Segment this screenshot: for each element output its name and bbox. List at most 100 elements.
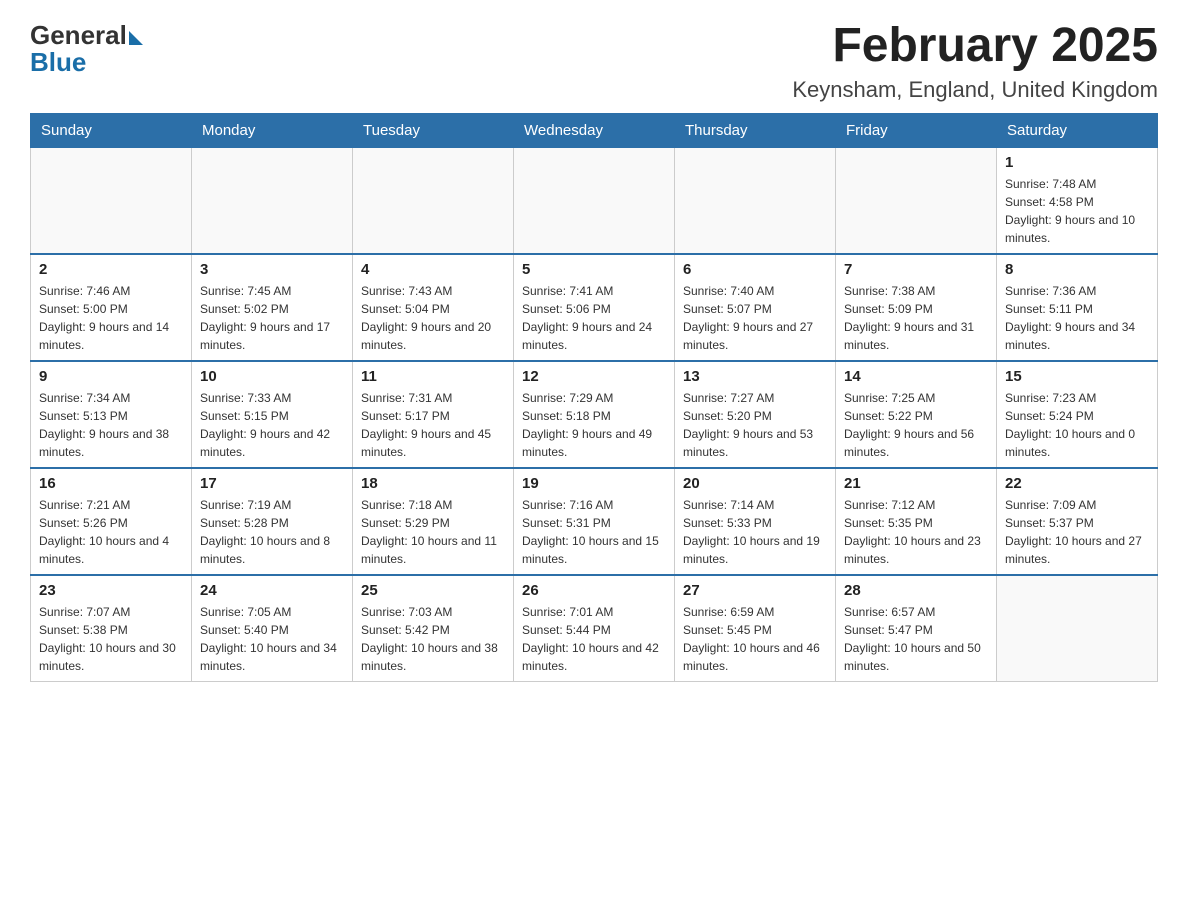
- calendar-day-cell: 9 Sunrise: 7:34 AMSunset: 5:13 PMDaylight…: [31, 361, 192, 468]
- day-info: Sunrise: 7:34 AMSunset: 5:13 PMDaylight:…: [39, 389, 183, 461]
- day-number: 12: [522, 368, 666, 385]
- day-info: Sunrise: 7:41 AMSunset: 5:06 PMDaylight:…: [522, 282, 666, 354]
- day-number: 1: [1005, 154, 1149, 171]
- day-info: Sunrise: 7:33 AMSunset: 5:15 PMDaylight:…: [200, 389, 344, 461]
- weekday-header-sunday: Sunday: [31, 113, 192, 147]
- calendar-day-cell: 12 Sunrise: 7:29 AMSunset: 5:18 PMDayligh…: [514, 361, 675, 468]
- calendar-day-cell: 7 Sunrise: 7:38 AMSunset: 5:09 PMDaylight…: [836, 254, 997, 361]
- weekday-header-monday: Monday: [192, 113, 353, 147]
- calendar-day-cell: 3 Sunrise: 7:45 AMSunset: 5:02 PMDaylight…: [192, 254, 353, 361]
- day-number: 25: [361, 582, 505, 599]
- calendar-day-cell: 17 Sunrise: 7:19 AMSunset: 5:28 PMDayligh…: [192, 468, 353, 575]
- weekday-header-wednesday: Wednesday: [514, 113, 675, 147]
- day-number: 2: [39, 261, 183, 278]
- day-info: Sunrise: 7:09 AMSunset: 5:37 PMDaylight:…: [1005, 496, 1149, 568]
- day-info: Sunrise: 7:25 AMSunset: 5:22 PMDaylight:…: [844, 389, 988, 461]
- day-info: Sunrise: 7:14 AMSunset: 5:33 PMDaylight:…: [683, 496, 827, 568]
- calendar-day-cell: 15 Sunrise: 7:23 AMSunset: 5:24 PMDayligh…: [997, 361, 1158, 468]
- day-info: Sunrise: 7:36 AMSunset: 5:11 PMDaylight:…: [1005, 282, 1149, 354]
- calendar-day-cell: 20 Sunrise: 7:14 AMSunset: 5:33 PMDayligh…: [675, 468, 836, 575]
- day-number: 14: [844, 368, 988, 385]
- calendar-day-cell: [997, 575, 1158, 682]
- calendar-day-cell: [514, 147, 675, 254]
- day-info: Sunrise: 7:19 AMSunset: 5:28 PMDaylight:…: [200, 496, 344, 568]
- day-info: Sunrise: 7:27 AMSunset: 5:20 PMDaylight:…: [683, 389, 827, 461]
- day-number: 11: [361, 368, 505, 385]
- day-info: Sunrise: 7:23 AMSunset: 5:24 PMDaylight:…: [1005, 389, 1149, 461]
- calendar-week-row: 1 Sunrise: 7:48 AMSunset: 4:58 PMDaylight…: [31, 147, 1158, 254]
- day-number: 22: [1005, 475, 1149, 492]
- day-number: 28: [844, 582, 988, 599]
- day-number: 13: [683, 368, 827, 385]
- day-number: 8: [1005, 261, 1149, 278]
- day-info: Sunrise: 7:16 AMSunset: 5:31 PMDaylight:…: [522, 496, 666, 568]
- weekday-header-saturday: Saturday: [997, 113, 1158, 147]
- calendar-day-cell: 22 Sunrise: 7:09 AMSunset: 5:37 PMDayligh…: [997, 468, 1158, 575]
- day-info: Sunrise: 7:31 AMSunset: 5:17 PMDaylight:…: [361, 389, 505, 461]
- day-info: Sunrise: 7:46 AMSunset: 5:00 PMDaylight:…: [39, 282, 183, 354]
- calendar-week-row: 23 Sunrise: 7:07 AMSunset: 5:38 PMDayligh…: [31, 575, 1158, 682]
- day-info: Sunrise: 7:29 AMSunset: 5:18 PMDaylight:…: [522, 389, 666, 461]
- day-number: 9: [39, 368, 183, 385]
- calendar-day-cell: 13 Sunrise: 7:27 AMSunset: 5:20 PMDayligh…: [675, 361, 836, 468]
- calendar-day-cell: 8 Sunrise: 7:36 AMSunset: 5:11 PMDaylight…: [997, 254, 1158, 361]
- day-number: 7: [844, 261, 988, 278]
- calendar-day-cell: 27Sunrise: 6:59 AMSunset: 5:45 PMDayligh…: [675, 575, 836, 682]
- day-number: 17: [200, 475, 344, 492]
- day-info: Sunrise: 7:01 AMSunset: 5:44 PMDaylight:…: [522, 603, 666, 675]
- day-info: Sunrise: 7:45 AMSunset: 5:02 PMDaylight:…: [200, 282, 344, 354]
- day-number: 26: [522, 582, 666, 599]
- calendar-day-cell: 11 Sunrise: 7:31 AMSunset: 5:17 PMDayligh…: [353, 361, 514, 468]
- calendar-day-cell: [353, 147, 514, 254]
- logo-blue-text: Blue: [30, 47, 86, 78]
- day-info: Sunrise: 7:21 AMSunset: 5:26 PMDaylight:…: [39, 496, 183, 568]
- calendar-day-cell: 4 Sunrise: 7:43 AMSunset: 5:04 PMDaylight…: [353, 254, 514, 361]
- day-number: 5: [522, 261, 666, 278]
- calendar-day-cell: 14 Sunrise: 7:25 AMSunset: 5:22 PMDayligh…: [836, 361, 997, 468]
- day-info: Sunrise: 7:12 AMSunset: 5:35 PMDaylight:…: [844, 496, 988, 568]
- day-number: 18: [361, 475, 505, 492]
- weekday-header-thursday: Thursday: [675, 113, 836, 147]
- page-header: General Blue February 2025 Keynsham, Eng…: [30, 20, 1158, 103]
- day-number: 19: [522, 475, 666, 492]
- calendar-table: SundayMondayTuesdayWednesdayThursdayFrid…: [30, 113, 1158, 682]
- calendar-day-cell: 21Sunrise: 7:12 AMSunset: 5:35 PMDayligh…: [836, 468, 997, 575]
- day-number: 3: [200, 261, 344, 278]
- calendar-day-cell: 23 Sunrise: 7:07 AMSunset: 5:38 PMDayligh…: [31, 575, 192, 682]
- title-block: February 2025 Keynsham, England, United …: [792, 20, 1158, 103]
- calendar-week-row: 2 Sunrise: 7:46 AMSunset: 5:00 PMDaylight…: [31, 254, 1158, 361]
- calendar-day-cell: 24 Sunrise: 7:05 AMSunset: 5:40 PMDayligh…: [192, 575, 353, 682]
- day-number: 27: [683, 582, 827, 599]
- calendar-day-cell: 26 Sunrise: 7:01 AMSunset: 5:44 PMDayligh…: [514, 575, 675, 682]
- calendar-day-cell: 25Sunrise: 7:03 AMSunset: 5:42 PMDayligh…: [353, 575, 514, 682]
- day-number: 24: [200, 582, 344, 599]
- calendar-day-cell: 1 Sunrise: 7:48 AMSunset: 4:58 PMDaylight…: [997, 147, 1158, 254]
- day-number: 6: [683, 261, 827, 278]
- day-info: Sunrise: 7:07 AMSunset: 5:38 PMDaylight:…: [39, 603, 183, 675]
- day-info: Sunrise: 7:05 AMSunset: 5:40 PMDaylight:…: [200, 603, 344, 675]
- calendar-day-cell: [192, 147, 353, 254]
- logo: General Blue: [30, 20, 143, 78]
- day-info: Sunrise: 7:18 AMSunset: 5:29 PMDaylight:…: [361, 496, 505, 568]
- calendar-week-row: 16 Sunrise: 7:21 AMSunset: 5:26 PMDayligh…: [31, 468, 1158, 575]
- day-number: 10: [200, 368, 344, 385]
- calendar-day-cell: 5 Sunrise: 7:41 AMSunset: 5:06 PMDaylight…: [514, 254, 675, 361]
- logo-arrow-icon: [129, 31, 143, 45]
- calendar-day-cell: 10 Sunrise: 7:33 AMSunset: 5:15 PMDayligh…: [192, 361, 353, 468]
- weekday-header-tuesday: Tuesday: [353, 113, 514, 147]
- day-number: 16: [39, 475, 183, 492]
- calendar-day-cell: 18 Sunrise: 7:18 AMSunset: 5:29 PMDayligh…: [353, 468, 514, 575]
- day-info: Sunrise: 7:48 AMSunset: 4:58 PMDaylight:…: [1005, 175, 1149, 247]
- month-title: February 2025: [792, 20, 1158, 73]
- calendar-day-cell: [675, 147, 836, 254]
- weekday-header-friday: Friday: [836, 113, 997, 147]
- day-number: 15: [1005, 368, 1149, 385]
- day-number: 23: [39, 582, 183, 599]
- day-info: Sunrise: 7:43 AMSunset: 5:04 PMDaylight:…: [361, 282, 505, 354]
- day-number: 20: [683, 475, 827, 492]
- calendar-day-cell: 28Sunrise: 6:57 AMSunset: 5:47 PMDayligh…: [836, 575, 997, 682]
- calendar-day-cell: 6Sunrise: 7:40 AMSunset: 5:07 PMDaylight…: [675, 254, 836, 361]
- calendar-week-row: 9 Sunrise: 7:34 AMSunset: 5:13 PMDaylight…: [31, 361, 1158, 468]
- day-info: Sunrise: 7:38 AMSunset: 5:09 PMDaylight:…: [844, 282, 988, 354]
- day-number: 4: [361, 261, 505, 278]
